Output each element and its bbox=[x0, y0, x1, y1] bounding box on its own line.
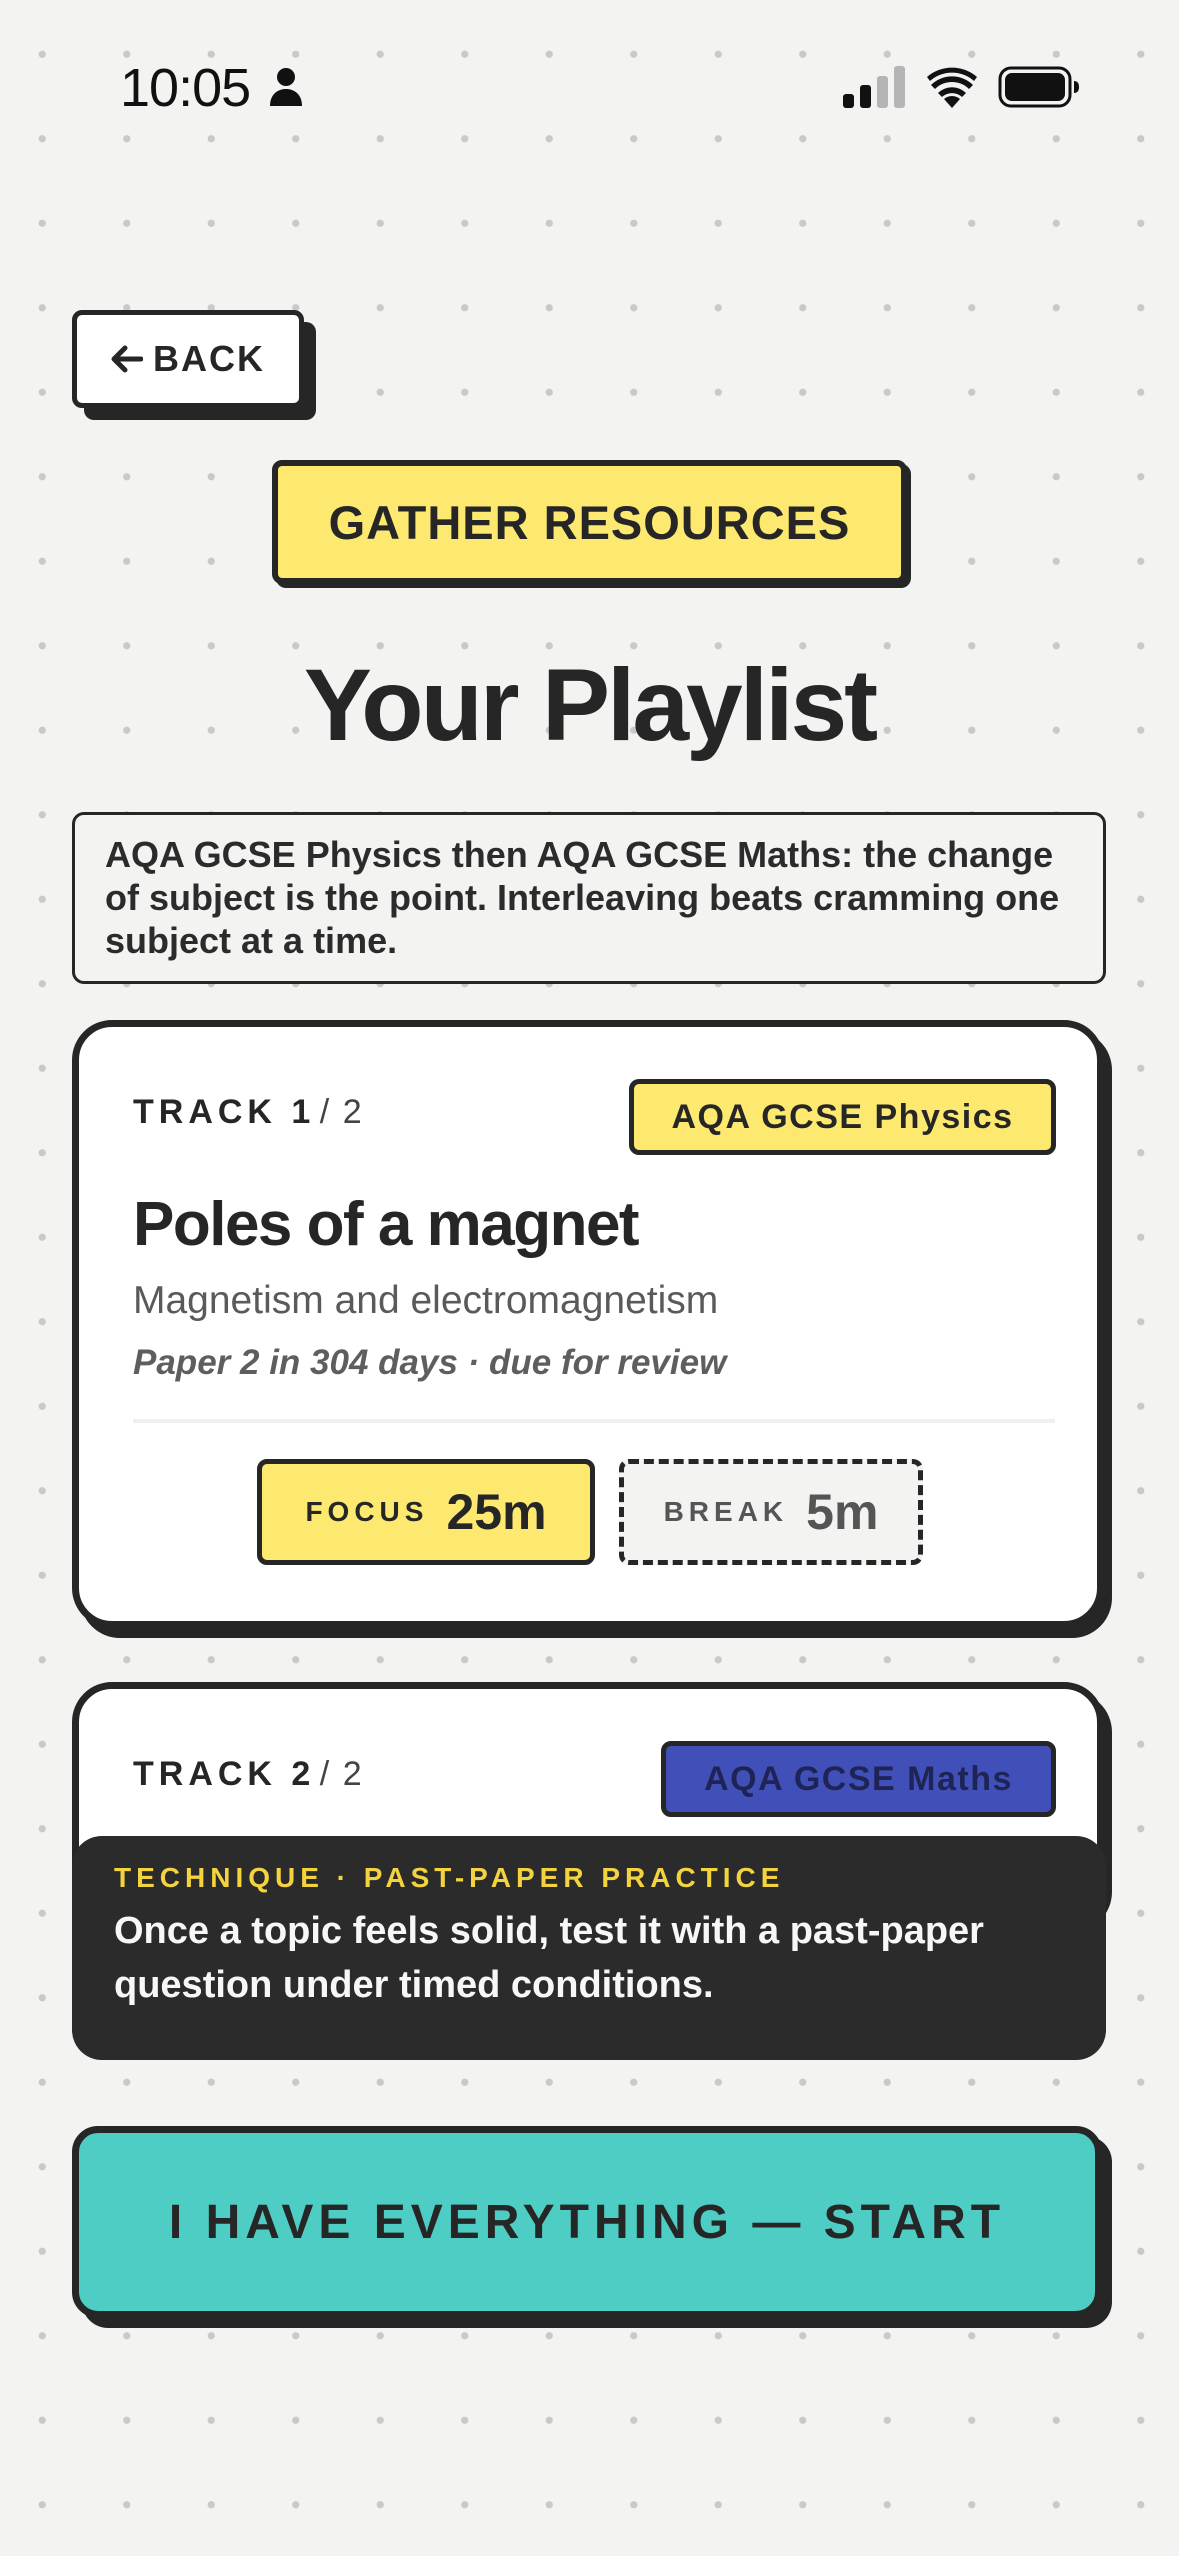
track-number: TRACK 1 / 2 bbox=[133, 1093, 364, 1132]
technique-label: TECHNIQUE · PAST-PAPER PRACTICE bbox=[114, 1862, 785, 1893]
break-label: BREAK bbox=[663, 1496, 789, 1527]
track-label: TRACK 1 bbox=[133, 1093, 316, 1131]
divider bbox=[133, 1419, 1055, 1423]
subject-badge: AQA GCSE Physics bbox=[629, 1079, 1056, 1155]
track-number: TRACK 2 / 2 bbox=[133, 1755, 364, 1794]
page-title: Your Playlist bbox=[303, 648, 878, 762]
back-label: BACK bbox=[153, 338, 265, 379]
arrow-left-icon bbox=[111, 345, 143, 373]
technique-tip: TECHNIQUE · PAST-PAPER PRACTICE Once a t… bbox=[72, 1836, 1106, 2060]
technique-text: Once a topic feels solid, test it with a… bbox=[114, 1910, 984, 2006]
focus-value: 25m bbox=[446, 1484, 547, 1540]
back-button[interactable]: BACK bbox=[72, 310, 304, 408]
status-time: 10:05 bbox=[120, 58, 251, 118]
subject-badge: AQA GCSE Maths bbox=[661, 1741, 1056, 1817]
track-card-1[interactable]: TRACK 1 / 2 AQA GCSE Physics Poles of a … bbox=[72, 1020, 1104, 1628]
intro-text: AQA GCSE Physics then AQA GCSE Maths: th… bbox=[72, 812, 1106, 984]
track-label: TRACK 2 bbox=[133, 1755, 316, 1793]
focus-chip: FOCUS 25m bbox=[257, 1459, 595, 1565]
signal-icon bbox=[843, 66, 905, 108]
subtopic: Magnetism and electromagnetism bbox=[133, 1279, 719, 1322]
focus-label: FOCUS bbox=[305, 1496, 429, 1527]
break-chip: BREAK 5m bbox=[619, 1459, 923, 1565]
break-value: 5m bbox=[806, 1484, 879, 1540]
due-info: Paper 2 in 304 days · due for review bbox=[133, 1343, 727, 1382]
wifi-icon bbox=[927, 67, 977, 108]
topic-title: Poles of a magnet bbox=[133, 1190, 640, 1259]
track-total: / 2 bbox=[319, 1755, 364, 1793]
start-button[interactable]: I HAVE EVERYTHING — START bbox=[72, 2126, 1102, 2318]
person-icon bbox=[270, 68, 302, 106]
gather-resources-badge: GATHER RESOURCES bbox=[272, 460, 907, 584]
battery-icon bbox=[998, 66, 1079, 108]
track-total: / 2 bbox=[319, 1093, 364, 1131]
